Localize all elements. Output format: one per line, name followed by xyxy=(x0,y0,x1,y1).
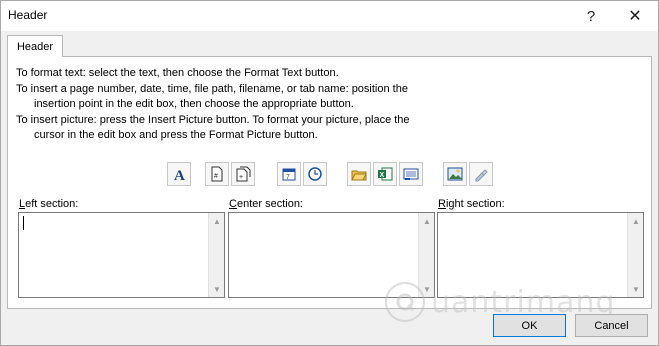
close-icon: ✕ xyxy=(628,8,642,25)
right-section-scrollbar[interactable]: ▲ ▼ xyxy=(627,213,643,297)
tab-header-label: Header xyxy=(16,40,54,53)
right-section-accesskey: R xyxy=(438,198,446,210)
insert-page-number-icon: # xyxy=(211,166,223,182)
center-section-input[interactable]: ▲ ▼ xyxy=(228,212,435,298)
text-caret xyxy=(23,216,24,230)
ok-button[interactable]: OK xyxy=(493,314,566,337)
insert-number-of-pages-icon: + xyxy=(236,166,251,182)
insert-filename-button[interactable]: X xyxy=(373,162,397,186)
instruction-line: To insert a page number, date, time, fil… xyxy=(16,83,408,95)
scroll-up-icon[interactable]: ▲ xyxy=(419,213,435,229)
help-button[interactable]: ? xyxy=(569,1,613,31)
header-toolbar: A # + 7 X xyxy=(8,162,653,186)
center-section-label: Center section: xyxy=(229,198,303,210)
instruction-line: cursor in the edit box and press the For… xyxy=(34,129,318,141)
insert-number-of-pages-button[interactable]: + xyxy=(231,162,255,186)
close-button[interactable]: ✕ xyxy=(613,1,657,31)
insert-filename-icon: X xyxy=(378,167,393,181)
scroll-down-icon[interactable]: ▼ xyxy=(419,281,435,297)
insert-file-path-button[interactable] xyxy=(347,162,371,186)
insert-page-number-button[interactable]: # xyxy=(205,162,229,186)
cancel-button[interactable]: Cancel xyxy=(575,314,648,337)
format-text-button[interactable]: A xyxy=(167,162,191,186)
insert-time-icon xyxy=(308,167,322,181)
svg-text:7: 7 xyxy=(286,174,290,181)
scroll-up-icon[interactable]: ▲ xyxy=(209,213,225,229)
format-picture-button[interactable] xyxy=(469,162,493,186)
right-section-input[interactable]: ▲ ▼ xyxy=(437,212,644,298)
scroll-down-icon[interactable]: ▼ xyxy=(209,281,225,297)
insert-file-path-icon xyxy=(351,170,367,181)
tab-header[interactable]: Header xyxy=(7,35,63,57)
svg-text:A: A xyxy=(174,168,185,182)
instruction-line: To insert picture: press the Insert Pict… xyxy=(16,114,410,126)
left-section-input[interactable]: ▲ ▼ xyxy=(18,212,225,298)
scroll-up-icon[interactable]: ▲ xyxy=(628,213,644,229)
header-panel: To format text: select the text, then ch… xyxy=(7,56,652,309)
format-text-icon: A xyxy=(174,168,185,182)
center-section-accesskey: C xyxy=(229,198,237,210)
help-icon: ? xyxy=(586,7,596,25)
scroll-down-icon[interactable]: ▼ xyxy=(628,281,644,297)
insert-sheet-name-icon xyxy=(403,168,419,180)
insert-date-icon: 7 xyxy=(282,168,296,181)
svg-text:+: + xyxy=(239,174,243,181)
center-section-scrollbar[interactable]: ▲ ▼ xyxy=(418,213,434,297)
instruction-line: To format text: select the text, then ch… xyxy=(16,67,339,79)
header-dialog: Header ? ✕ Header To format text: select… xyxy=(0,0,659,346)
title-bar: Header ? ✕ xyxy=(1,1,658,31)
format-picture-icon xyxy=(475,169,488,182)
insert-time-button[interactable] xyxy=(303,162,327,186)
insert-picture-button[interactable] xyxy=(443,162,467,186)
insert-sheet-name-button[interactable] xyxy=(399,162,423,186)
svg-text:#: # xyxy=(214,173,218,180)
window-title: Header xyxy=(8,8,48,22)
insert-date-button[interactable]: 7 xyxy=(277,162,301,186)
insert-picture-icon xyxy=(447,167,463,181)
instruction-line: insertion point in the edit box, then ch… xyxy=(34,98,354,110)
svg-text:X: X xyxy=(380,172,385,179)
left-section-label: Left section: xyxy=(19,198,79,210)
left-section-scrollbar[interactable]: ▲ ▼ xyxy=(208,213,224,297)
right-section-label: Right section: xyxy=(438,198,505,210)
